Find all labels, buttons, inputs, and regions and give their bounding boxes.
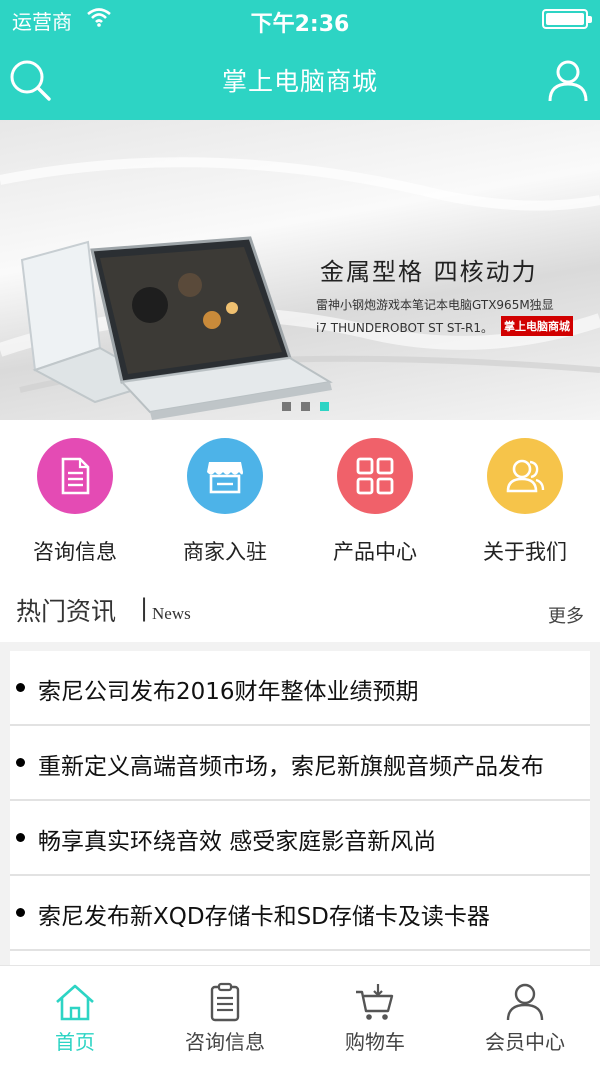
category-grid: 咨询信息 商家入驻 产品中心 关于我们: [0, 420, 600, 580]
tab-label: 会员中心: [485, 1030, 565, 1054]
status-time: 下午2:36: [250, 12, 350, 37]
category-product-center[interactable]: 产品中心: [300, 438, 450, 578]
document-icon: [37, 438, 113, 514]
news-section-header: 热门资讯 | News 更多: [0, 580, 600, 642]
news-headline: 重新定义高端音频市场，索尼新旗舰音频产品发布: [38, 754, 544, 780]
user-icon[interactable]: [546, 58, 590, 102]
category-label: 商家入驻: [183, 540, 267, 564]
category-consult-info[interactable]: 咨询信息: [0, 438, 150, 578]
page-title: 掌上电脑商城: [221, 67, 378, 96]
category-label: 咨询信息: [33, 540, 117, 564]
navigation-bar: 掌上电脑商城: [0, 40, 600, 120]
tab-member-center[interactable]: 会员中心: [450, 982, 600, 1055]
news-headline: 索尼发布新XQD存储卡和SD存储卡及读卡器: [38, 904, 490, 930]
list-item[interactable]: 索尼发布新XQD存储卡和SD存储卡及读卡器: [10, 876, 590, 951]
battery-icon: [542, 9, 592, 29]
promo-banner[interactable]: 金属型格 四核动力 雷神小钢炮游戏本笔记本电脑GTX965M独显 i7 THUN…: [0, 120, 600, 420]
pagination-dot-3[interactable]: [320, 402, 330, 411]
pagination-dot-1[interactable]: [282, 402, 291, 411]
banner-subtitle: 雷神小钢炮游戏本笔记本电脑GTX965M独显: [316, 298, 554, 312]
clipboard-icon: [210, 982, 240, 1022]
category-merchant-join[interactable]: 商家入驻: [150, 438, 300, 578]
tab-home[interactable]: 首页: [0, 982, 150, 1055]
tab-label: 首页: [55, 1030, 95, 1054]
member-icon: [506, 983, 544, 1021]
grid-icon: [337, 438, 413, 514]
category-label: 关于我们: [483, 540, 567, 564]
category-about-us[interactable]: 关于我们: [450, 438, 600, 578]
bullet-icon: [16, 833, 25, 842]
bottom-tab-bar: 首页 咨询信息 购物车 会员中心: [0, 965, 600, 1065]
banner-brand-badge: 掌上电脑商城: [501, 316, 573, 336]
bullet-icon: [16, 683, 25, 692]
title-separator: |: [140, 594, 149, 622]
bullet-icon: [16, 758, 25, 767]
people-icon: [487, 438, 563, 514]
tab-consult-info[interactable]: 咨询信息: [150, 982, 300, 1055]
banner-model: i7 THUNDEROBOT ST ST-R1。: [316, 321, 494, 335]
home-icon: [56, 984, 94, 1021]
news-headline: 畅享真实环绕音效 感受家庭影音新风尚: [38, 829, 437, 855]
news-headline: 索尼公司发布2016财年整体业绩预期: [38, 679, 419, 705]
section-subtitle: News: [152, 604, 191, 623]
list-item[interactable]: 索尼公司发布2016财年整体业绩预期: [10, 651, 590, 726]
cart-icon: [356, 984, 394, 1020]
pagination-dot-2[interactable]: [301, 402, 311, 411]
list-item[interactable]: 畅享真实环绕音效 感受家庭影音新风尚: [10, 801, 590, 876]
category-label: 产品中心: [333, 540, 417, 564]
tab-cart[interactable]: 购物车: [300, 982, 450, 1055]
more-link[interactable]: 更多: [548, 602, 584, 628]
tab-label: 购物车: [345, 1030, 405, 1054]
top-bar: 运营商 下午2:36 掌上电脑商城: [0, 0, 600, 120]
section-title: 热门资讯: [16, 597, 117, 626]
tab-label: 咨询信息: [185, 1030, 265, 1054]
storefront-icon: [187, 438, 263, 514]
bullet-icon: [16, 908, 25, 917]
news-list: 索尼公司发布2016财年整体业绩预期 重新定义高端音频市场，索尼新旗舰音频产品发…: [10, 651, 590, 965]
banner-headline: 金属型格 四核动力: [320, 258, 538, 286]
status-bar: 运营商 下午2:36: [0, 0, 600, 40]
banner-pagination[interactable]: [282, 396, 334, 411]
list-item[interactable]: 重新定义高端音频市场，索尼新旗舰音频产品发布: [10, 726, 590, 801]
